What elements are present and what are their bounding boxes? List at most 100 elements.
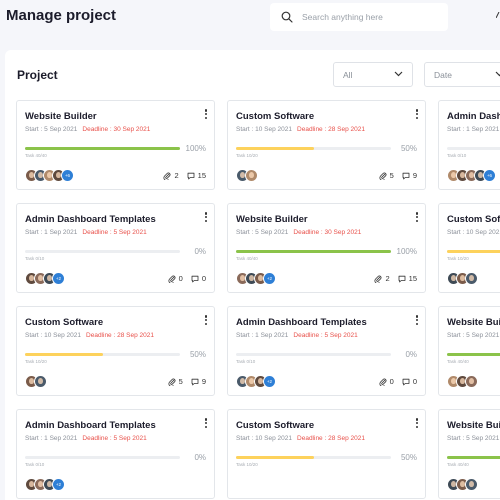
progress-fill xyxy=(236,147,314,150)
avatar xyxy=(465,478,478,491)
project-title[interactable]: Admin Dashboard Templates xyxy=(25,214,156,225)
project-card[interactable]: Website Builder Start : 5 Sep 2021Deadlin… xyxy=(438,409,500,499)
member-avatars[interactable]: +2 xyxy=(236,272,276,286)
page-title: Manage project xyxy=(6,7,117,24)
status-filter-select[interactable]: All xyxy=(333,62,413,87)
start-date: Start : 1 Sep 2021 xyxy=(447,126,500,133)
more-options-icon[interactable] xyxy=(204,418,208,429)
paperclip-icon xyxy=(379,172,387,180)
comment-count: 9 xyxy=(201,377,206,386)
project-title[interactable]: Admin Dashboard Templates xyxy=(447,111,500,122)
project-card[interactable]: Custom Software Start : 10 Sep 2021Deadli… xyxy=(438,203,500,293)
project-card[interactable]: Custom Software Start : 10 Sep 2021Deadli… xyxy=(227,409,426,499)
more-options-icon[interactable] xyxy=(415,212,419,223)
member-avatars[interactable]: +6 xyxy=(447,169,496,183)
more-members-badge[interactable]: +6 xyxy=(61,169,74,182)
partial-glyph xyxy=(496,12,500,18)
more-options-icon[interactable] xyxy=(204,212,208,223)
member-avatars[interactable]: +6 xyxy=(25,169,74,183)
task-count: Task 40/40 xyxy=(25,153,47,158)
member-avatars[interactable]: +2 xyxy=(236,375,276,389)
more-options-icon[interactable] xyxy=(204,109,208,120)
project-title[interactable]: Custom Software xyxy=(25,317,103,328)
more-members-badge[interactable]: +6 xyxy=(483,169,496,182)
member-avatars[interactable]: +2 xyxy=(25,272,65,286)
start-date: Start : 10 Sep 2021 xyxy=(25,332,82,339)
project-title[interactable]: Custom Software xyxy=(447,214,500,225)
member-avatars[interactable] xyxy=(25,375,47,389)
project-dates: Start : 5 Sep 2021Deadline : 30 Sep 2021 xyxy=(236,229,361,236)
more-members-badge[interactable]: +2 xyxy=(52,272,65,285)
progress-bar xyxy=(447,353,500,356)
project-title[interactable]: Website Builder xyxy=(236,214,308,225)
member-avatars[interactable]: +2 xyxy=(25,478,65,492)
project-card[interactable]: Custom SoftwareStart : 10 Sep 2021Deadli… xyxy=(16,306,215,396)
deadline-date: Deadline : 5 Sep 2021 xyxy=(293,332,358,339)
start-date: Start : 1 Sep 2021 xyxy=(25,435,78,442)
comment-count: 9 xyxy=(412,171,417,180)
card-stats: 59 xyxy=(168,377,206,386)
start-date: Start : 5 Sep 2021 xyxy=(25,126,78,133)
start-date: Start : 1 Sep 2021 xyxy=(236,332,289,339)
progress-percent: 0% xyxy=(194,247,206,256)
more-options-icon[interactable] xyxy=(204,315,208,326)
project-title[interactable]: Website Builder xyxy=(447,317,500,328)
project-dates: Start : 5 Sep 2021 Deadline : 30 Sep 2021 xyxy=(25,126,150,133)
progress-percent: 50% xyxy=(189,350,206,359)
project-dates: Start : 5 Sep 2021Deadline : 30 Sep 2021 xyxy=(447,332,500,339)
start-date: Start : 5 Sep 2021 xyxy=(447,435,500,442)
project-dates: Start : 10 Sep 2021Deadline : 28 Sep 202… xyxy=(236,126,365,133)
member-avatars[interactable] xyxy=(447,272,478,286)
member-avatars[interactable] xyxy=(447,478,478,492)
project-title[interactable]: Admin Dashboard Templates xyxy=(25,420,156,431)
panel-title: Project xyxy=(17,68,58,82)
status-filter-value: All xyxy=(343,69,353,80)
sort-filter-value: Date xyxy=(434,69,452,80)
task-count: Task 40/40 xyxy=(447,359,469,364)
project-dates: Start : 5 Sep 2021Deadline : 30 Sep 2021 xyxy=(447,435,500,442)
project-dates: Start : 10 Sep 2021Deadline : 28 Sep 202… xyxy=(447,229,500,236)
sort-filter-select[interactable]: Date xyxy=(424,62,500,87)
deadline-date: Deadline : 30 Sep 2021 xyxy=(293,229,362,236)
search-box[interactable] xyxy=(270,3,448,31)
avatar xyxy=(245,169,258,182)
more-options-icon[interactable] xyxy=(415,109,419,120)
task-count: Task 10/20 xyxy=(236,462,258,467)
more-options-icon[interactable] xyxy=(415,315,419,326)
project-panel: Project All Date Website Builder Start : … xyxy=(5,50,500,500)
project-card[interactable]: Admin Dashboard Templates Start : 1 Sep 2… xyxy=(438,100,500,190)
project-card[interactable]: Custom Software Start : 10 Sep 2021Deadli… xyxy=(227,100,426,190)
project-card[interactable]: Admin Dashboard Templates Start : 1 Sep 2… xyxy=(227,306,426,396)
start-date: Start : 10 Sep 2021 xyxy=(447,229,500,236)
search-icon xyxy=(281,11,293,23)
comment-count: 0 xyxy=(201,274,206,283)
project-title[interactable]: Website Builder xyxy=(25,111,97,122)
project-title[interactable]: Admin Dashboard Templates xyxy=(236,317,367,328)
project-card[interactable]: Admin Dashboard Templates Start : 1 Sep 2… xyxy=(16,409,215,499)
project-title[interactable]: Website Builder xyxy=(447,420,500,431)
progress-fill xyxy=(447,250,500,253)
card-stats: 00 xyxy=(379,377,417,386)
project-title[interactable]: Custom Software xyxy=(236,420,314,431)
project-title[interactable]: Custom Software xyxy=(236,111,314,122)
comment-icon xyxy=(187,172,195,179)
deadline-date: Deadline : 30 Sep 2021 xyxy=(82,126,151,133)
card-stats: 2 15 xyxy=(374,274,417,283)
task-count: Task 0/10 xyxy=(25,462,45,467)
member-avatars[interactable] xyxy=(447,375,478,389)
progress-percent: 0% xyxy=(405,350,417,359)
project-card[interactable]: Admin Dashboard Templates Start : 1 Sep 2… xyxy=(16,203,215,293)
member-avatars[interactable] xyxy=(236,169,258,183)
more-members-badge[interactable]: +2 xyxy=(52,478,65,491)
more-options-icon[interactable] xyxy=(415,418,419,429)
project-card[interactable]: Website Builder Start : 5 Sep 2021Deadlin… xyxy=(227,203,426,293)
progress-bar xyxy=(25,456,180,459)
progress-fill xyxy=(25,353,103,356)
search-input[interactable] xyxy=(302,12,442,22)
project-dates: Start : 10 Sep 2021Deadline : 28 Sep 202… xyxy=(236,435,365,442)
more-members-badge[interactable]: +2 xyxy=(263,375,276,388)
project-card[interactable]: Website Builder Start : 5 Sep 2021 Deadlin… xyxy=(16,100,215,190)
project-card[interactable]: Website Builder Start : 5 Sep 2021Deadlin… xyxy=(438,306,500,396)
card-stats: 00 xyxy=(168,274,206,283)
more-members-badge[interactable]: +2 xyxy=(263,272,276,285)
